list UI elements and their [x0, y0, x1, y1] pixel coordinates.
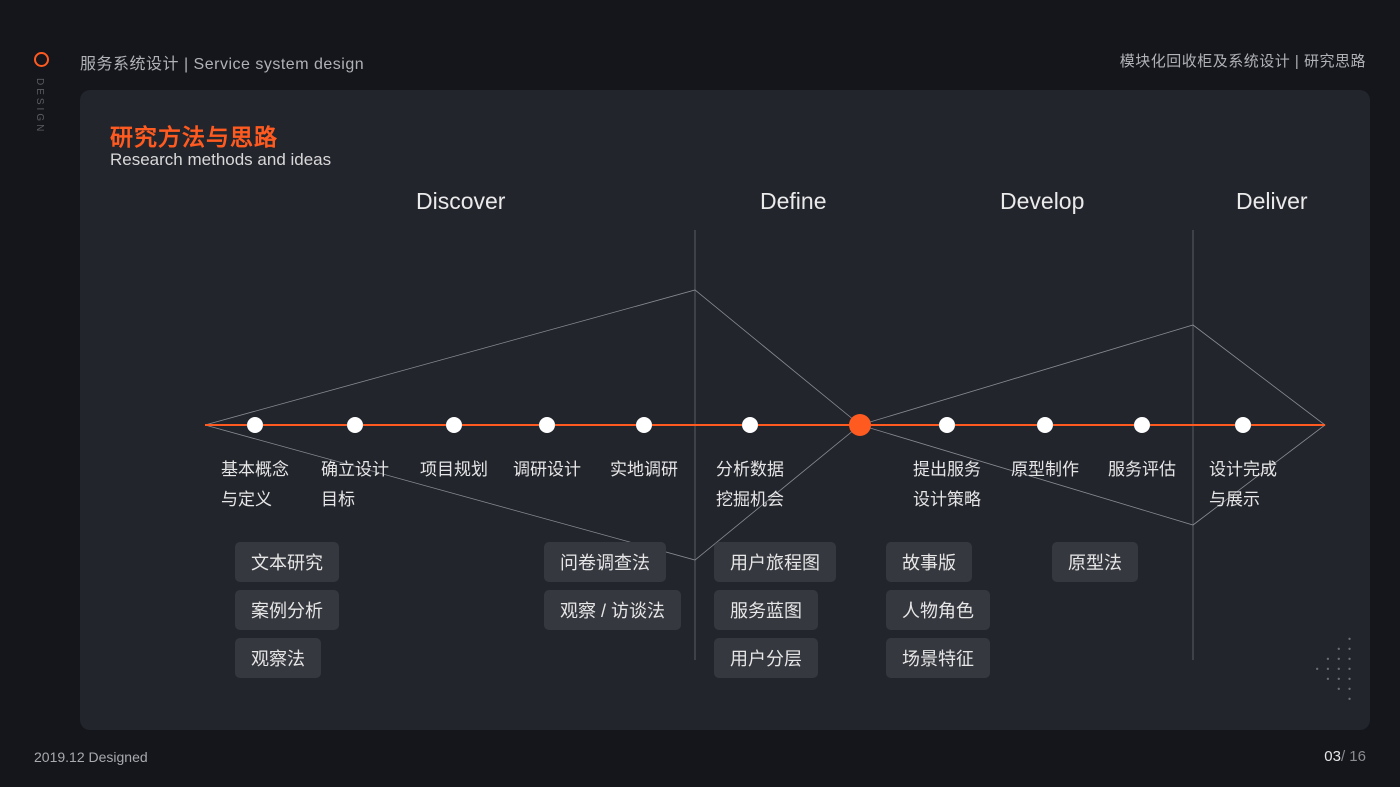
logo-ring-icon — [34, 52, 49, 67]
methods-develop: 故事版 人物角色 场景特征 — [886, 542, 990, 678]
step-6-l2: 挖掘机会 — [716, 490, 784, 509]
chip: 观察法 — [235, 638, 321, 678]
content-card: 研究方法与思路 Research methods and ideas Disco… — [80, 90, 1370, 730]
page-total: / 16 — [1341, 748, 1366, 765]
title-en: Research methods and ideas — [110, 150, 331, 170]
chip: 案例分析 — [235, 590, 339, 630]
step-3: 项目规划 — [420, 455, 488, 485]
step-5: 实地调研 — [610, 455, 678, 485]
double-diamond-diagram: 基本概念 与定义 确立设计 目标 项目规划 调研设计 实地调研 分析数据 挖掘机… — [80, 230, 1370, 660]
title-cn: 研究方法与思路 — [110, 118, 278, 152]
step-4: 调研设计 — [513, 455, 581, 485]
step-10: 设计完成 与展示 — [1209, 455, 1277, 515]
step-2-l2: 目标 — [321, 490, 355, 509]
chip: 用户旅程图 — [714, 542, 836, 582]
node-4 — [539, 417, 555, 433]
step-7-l2: 设计策略 — [913, 490, 981, 509]
step-1: 基本概念 与定义 — [221, 455, 289, 515]
chip: 文本研究 — [235, 542, 339, 582]
node-8 — [1037, 417, 1053, 433]
chip: 人物角色 — [886, 590, 990, 630]
chip: 用户分层 — [714, 638, 818, 678]
chip: 问卷调查法 — [544, 542, 666, 582]
step-9: 服务评估 — [1108, 455, 1176, 485]
page-number: 03/ 16 — [1324, 748, 1366, 765]
chip: 原型法 — [1052, 542, 1138, 582]
header-right: 模块化回收柜及系统设计 | 研究思路 — [1120, 50, 1366, 71]
methods-discover-right: 问卷调查法 观察 / 访谈法 — [544, 542, 681, 630]
step-10-l2: 与展示 — [1209, 490, 1260, 509]
chip: 场景特征 — [886, 638, 990, 678]
footer-left: 2019.12 Designed — [34, 749, 148, 765]
node-10 — [1235, 417, 1251, 433]
chip: 观察 / 访谈法 — [544, 590, 681, 630]
step-7-l1: 提出服务 — [913, 460, 981, 479]
phase-discover: Discover — [416, 188, 505, 215]
node-6 — [742, 417, 758, 433]
step-1-l2: 与定义 — [221, 490, 272, 509]
chip: 服务蓝图 — [714, 590, 818, 630]
chip: 故事版 — [886, 542, 972, 582]
phase-develop: Develop — [1000, 188, 1084, 215]
decor-dots-br: • •• ••• •••• ••• •• • — [1315, 635, 1358, 705]
step-10-l1: 设计完成 — [1209, 460, 1277, 479]
step-6-l1: 分析数据 — [716, 460, 784, 479]
node-2 — [347, 417, 363, 433]
brand-vertical: DESIGN — [34, 78, 45, 134]
header-left: 服务系统设计 | Service system design — [80, 50, 364, 74]
node-highlight — [849, 414, 871, 436]
node-9 — [1134, 417, 1150, 433]
step-8: 原型制作 — [1011, 455, 1079, 485]
step-2-l1: 确立设计 — [321, 460, 389, 479]
node-1 — [247, 417, 263, 433]
node-3 — [446, 417, 462, 433]
phase-define: Define — [760, 188, 826, 215]
phase-deliver: Deliver — [1236, 188, 1308, 215]
node-7 — [939, 417, 955, 433]
methods-deliver: 原型法 — [1052, 542, 1138, 582]
step-2: 确立设计 目标 — [321, 455, 389, 515]
page-current: 03 — [1324, 748, 1341, 765]
node-5 — [636, 417, 652, 433]
methods-define: 用户旅程图 服务蓝图 用户分层 — [714, 542, 836, 678]
step-7: 提出服务 设计策略 — [913, 455, 981, 515]
step-6: 分析数据 挖掘机会 — [716, 455, 784, 515]
step-1-l1: 基本概念 — [221, 460, 289, 479]
methods-discover-left: 文本研究 案例分析 观察法 — [235, 542, 339, 678]
